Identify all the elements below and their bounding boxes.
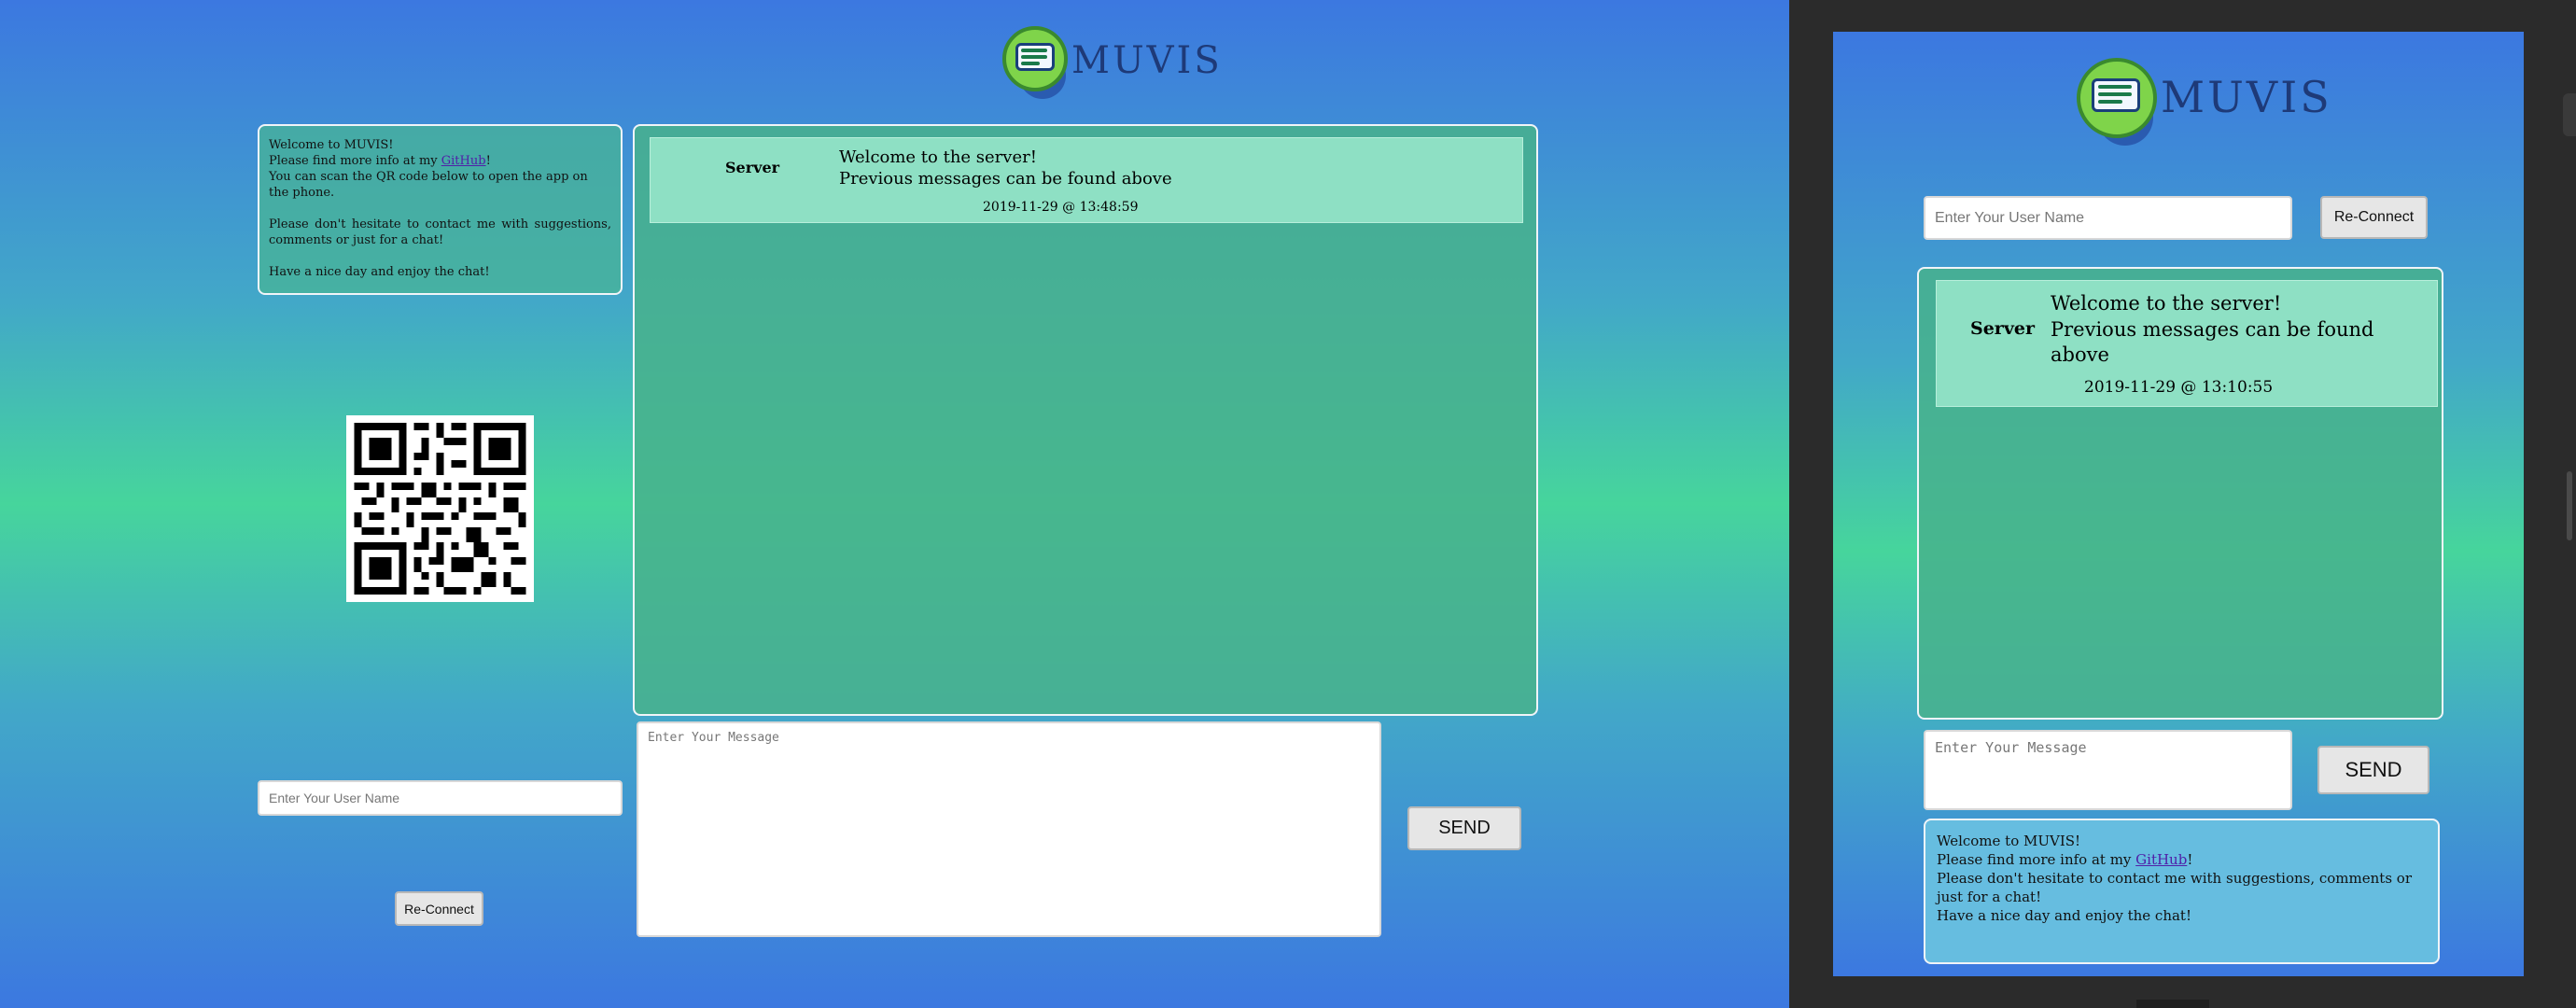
- device-edge-tab: [2563, 93, 2576, 136]
- username-input[interactable]: Enter Your User Name: [1924, 196, 2292, 240]
- username-placeholder: Enter Your User Name: [269, 791, 400, 805]
- github-link[interactable]: GitHub: [2135, 851, 2187, 868]
- message-timestamp: 2019-11-29 @ 13:10:55: [2084, 378, 2274, 397]
- username-input[interactable]: Enter Your User Name: [258, 780, 623, 816]
- muvis-logo: MUVIS: [1002, 26, 1223, 101]
- chat-panel[interactable]: Server Welcome to the server! Previous m…: [1917, 267, 2443, 720]
- more-info-text: Please find more info at my GitHub!: [1937, 851, 2193, 868]
- qr-code-icon: [346, 415, 534, 602]
- send-button[interactable]: SEND: [2317, 746, 2429, 794]
- info-panel: Welcome to MUVIS! Please find more info …: [258, 124, 623, 295]
- mobile-scrollbar[interactable]: [2567, 471, 2572, 540]
- github-link[interactable]: GitHub: [441, 154, 486, 168]
- device-home-bar: [2136, 1000, 2209, 1008]
- message-row: Server Welcome to the server! Previous m…: [650, 137, 1523, 223]
- muvis-logo: MUVIS: [2077, 58, 2332, 146]
- message-input[interactable]: Enter Your Message: [1924, 730, 2292, 810]
- welcome-text: Welcome to MUVIS!: [269, 138, 394, 152]
- message-row: Server Welcome to the server! Previous m…: [1936, 280, 2438, 407]
- contact-text: Please don't hesitate to contact me with…: [269, 217, 611, 247]
- message-input[interactable]: Enter Your Message: [637, 721, 1381, 937]
- message-placeholder: Enter Your Message: [1935, 739, 2087, 756]
- desktop-app-view: MUVIS Welcome to MUVIS! Please find more…: [0, 0, 1789, 1008]
- contact-text: Please don't hesitate to contact me with…: [1937, 870, 2412, 905]
- mobile-device-frame: MUVIS Enter Your User Name Re-Connect Se…: [1789, 0, 2576, 1008]
- message-text-line-2: Previous messages can be found: [2051, 318, 2374, 341]
- reconnect-button[interactable]: Re-Connect: [395, 891, 483, 926]
- message-text-line-3: above: [2051, 343, 2109, 366]
- message-text-line-2: Previous messages can be found above: [839, 169, 1172, 189]
- chat-bubble-logo-icon: [1002, 26, 1070, 101]
- chat-bubble-logo-icon: [2077, 58, 2161, 146]
- goodbye-text: Have a nice day and enjoy the chat!: [269, 265, 490, 279]
- message-placeholder: Enter Your Message: [648, 731, 779, 745]
- qr-hint-text: You can scan the QR code below to open t…: [269, 170, 588, 200]
- info-panel: Welcome to MUVIS! Please find more info …: [1924, 819, 2440, 964]
- message-text-line-1: Welcome to the server!: [839, 147, 1037, 167]
- welcome-text: Welcome to MUVIS!: [1937, 833, 2081, 849]
- reconnect-button[interactable]: Re-Connect: [2320, 196, 2428, 239]
- send-button[interactable]: SEND: [1407, 806, 1521, 850]
- logo-wordmark: MUVIS: [2161, 72, 2332, 122]
- message-author: Server: [1970, 318, 2035, 339]
- username-placeholder: Enter Your User Name: [1935, 209, 2085, 226]
- chat-panel[interactable]: Server Welcome to the server! Previous m…: [633, 124, 1538, 716]
- more-info-text: Please find more info at my GitHub!: [269, 154, 491, 168]
- mobile-app-view: MUVIS Enter Your User Name Re-Connect Se…: [1833, 32, 2524, 976]
- message-text-line-1: Welcome to the server!: [2051, 292, 2282, 315]
- message-timestamp: 2019-11-29 @ 13:48:59: [983, 200, 1139, 215]
- logo-wordmark: MUVIS: [1071, 39, 1223, 82]
- goodbye-text: Have a nice day and enjoy the chat!: [1937, 907, 2191, 924]
- message-author: Server: [725, 159, 780, 176]
